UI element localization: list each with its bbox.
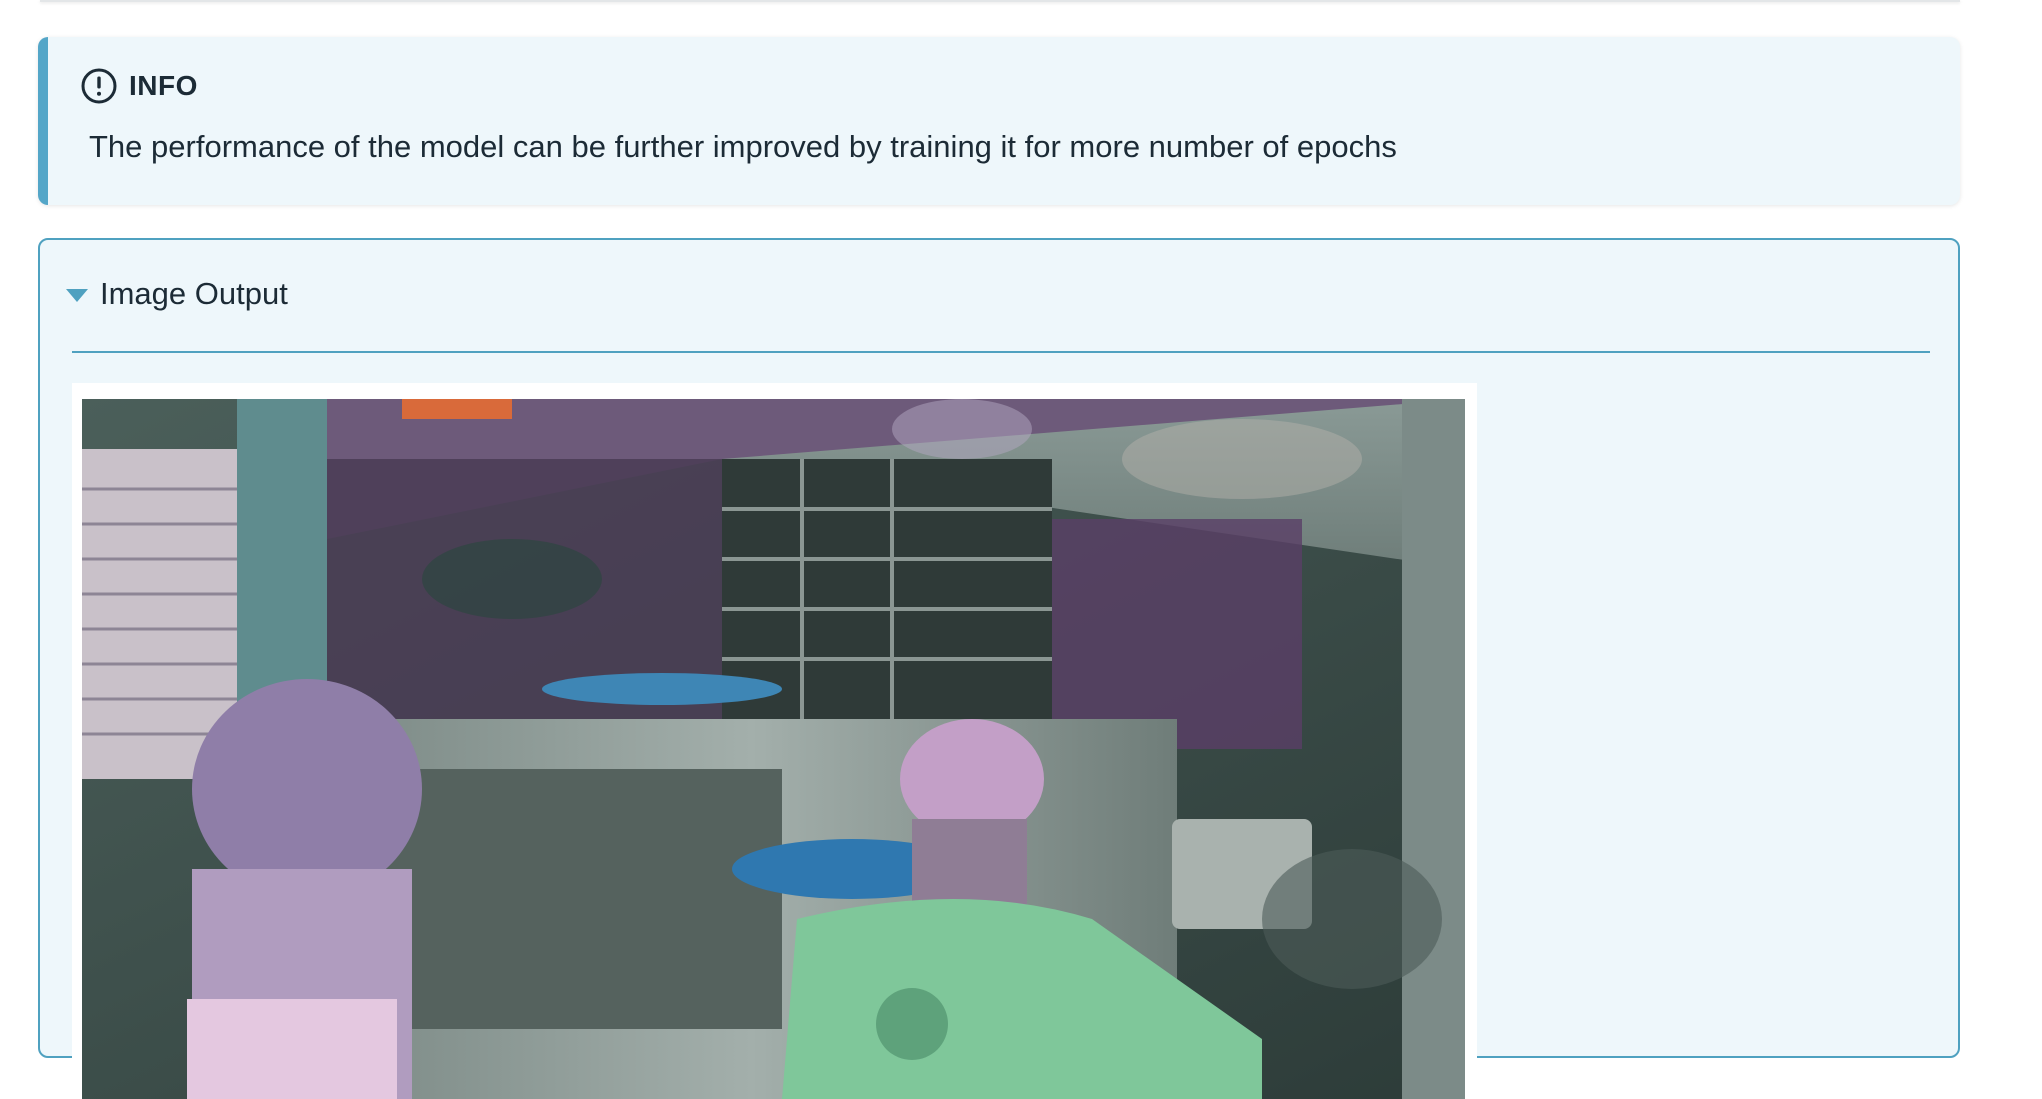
image-output-label[interactable]: Image Output: [100, 276, 288, 312]
admonition-heading: INFO: [81, 68, 198, 104]
panel-divider: [72, 351, 1930, 353]
segmentation-output-image: [82, 399, 1465, 1099]
expand-triangle-icon[interactable]: [66, 288, 88, 302]
admonition-body: The performance of the model can be furt…: [89, 129, 1397, 164]
info-admonition: INFO The performance of the model can be…: [38, 37, 1960, 205]
image-output-panel: Image Output: [38, 238, 1960, 1099]
previous-cell-edge: [40, 0, 1960, 2]
output-image-frame: [72, 383, 1477, 1099]
admonition-title: INFO: [129, 70, 198, 101]
exclamation-circle-icon: [81, 68, 117, 104]
image-output-toggle[interactable]: Image Output: [66, 276, 288, 312]
